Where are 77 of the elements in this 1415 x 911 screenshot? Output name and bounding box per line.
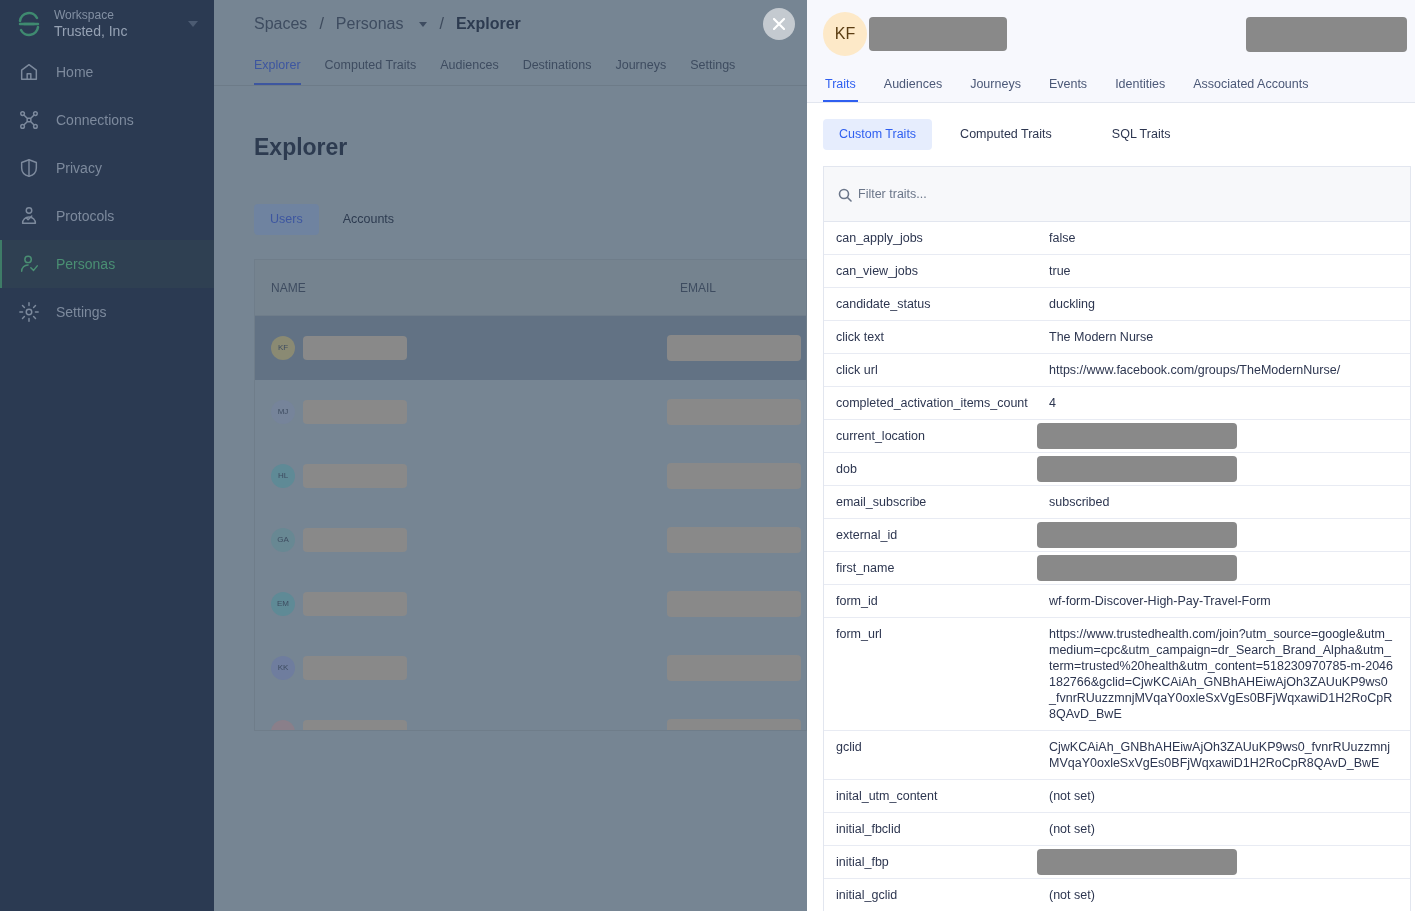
trait-value: wf-form-Discover-High-Pay-Travel-Form [1049, 592, 1272, 610]
trait-name: click url [835, 361, 879, 379]
sidebar-item[interactable]: Personas [0, 240, 214, 288]
trait-name: form_url [835, 625, 883, 643]
close-button[interactable] [763, 8, 795, 40]
breadcrumb-link[interactable]: Explorer [455, 12, 521, 36]
shield-icon [18, 157, 40, 179]
breadcrumb-separator: / [319, 14, 324, 34]
trait-value: The Modern Nurse [1049, 328, 1155, 346]
trait-name: initial_fbp [835, 853, 890, 871]
trait-tab[interactable]: SQL Traits [1095, 118, 1187, 150]
trait-name: inital_utm_content [835, 787, 939, 805]
trait-name: form_id [835, 592, 879, 610]
sidebar-item[interactable]: Connections [0, 96, 214, 144]
page-tab[interactable]: Settings [690, 56, 736, 85]
profile-tab[interactable]: Associated Accounts [1191, 75, 1311, 102]
trait-name: can_view_jobs [835, 262, 919, 280]
trait-tab[interactable]: Computed Traits [944, 118, 1068, 150]
trait-value: (not set) [1049, 820, 1096, 838]
trait-name: first_name [835, 559, 896, 577]
user-row[interactable]: KF [255, 316, 806, 380]
segment-tab[interactable]: Accounts [326, 204, 411, 235]
breadcrumb-link[interactable]: Spaces [254, 12, 308, 36]
trait-value: (not set) [1049, 787, 1096, 805]
sidebar-item[interactable]: Privacy [0, 144, 214, 192]
profile-tab[interactable]: Identities [1113, 75, 1168, 102]
trait-name: current_location [835, 427, 926, 445]
page-tab[interactable]: Journeys [615, 56, 667, 85]
trait-name: email_subscribe [835, 493, 928, 511]
trait-value: 4 [1049, 394, 1057, 412]
sidebar-item[interactable]: Home [0, 48, 214, 96]
trait-name: initial_fbclid [835, 820, 902, 838]
profile-tab[interactable]: Journeys [968, 75, 1023, 102]
house-icon [18, 61, 40, 83]
person-icon [18, 253, 40, 275]
trait-value: https://www.facebook.com/groups/TheModernNurse/ [1049, 361, 1342, 379]
page-title: Explorer [254, 132, 349, 162]
page-tab[interactable]: Explorer [254, 56, 301, 85]
trait-name: click text [835, 328, 885, 346]
breadcrumb-link[interactable]: Personas [335, 12, 428, 36]
trait-value: true [1049, 262, 1072, 280]
trait-name: dob [835, 460, 858, 478]
trait-name: gclid [835, 738, 863, 756]
profile-tab[interactable]: Events [1046, 75, 1090, 102]
filter-field[interactable]: Filter traits... [824, 166, 1410, 222]
settings-icon [18, 301, 40, 323]
trait-value: subscribed [1049, 493, 1111, 511]
search-icon [838, 187, 852, 202]
caret-icon [419, 21, 428, 27]
breadcrumb-separator: / [439, 14, 444, 34]
trait-name: external_id [835, 526, 899, 544]
trait-name: completed_activation_items_count [835, 394, 1029, 412]
avatar: KF [271, 336, 295, 360]
workspace-label: Workspace [54, 7, 115, 23]
caret-icon [188, 21, 198, 27]
page-tab[interactable]: Computed Traits [324, 56, 417, 85]
sidebar-item[interactable]: Protocols [0, 192, 214, 240]
page-tab[interactable]: Destinations [522, 56, 592, 85]
workspace-name: Trusted, Inc [54, 22, 129, 41]
profile-tab[interactable]: Traits [823, 75, 858, 102]
close-icon [773, 18, 785, 30]
avatar: EM [271, 592, 295, 616]
trait-name: candidate_status [835, 295, 932, 313]
trait-value: https://www.trustedhealth.com/join?utm_source=google&utm_medium=cpc&utm_campaign=dr_Search_Brand_Alpha&utm_term=trusted%20health&utm_content=518230970785-m-2046182766&gclid=CjwKCAiAh_GNBhAHEiwAjOh3ZAUuKP9ws0_fvnrRUuzzmnjMVqaY0oxleSxVgEs0BFjWqxawiD1H2RoCpR8QAvD_BwE [1049, 625, 1394, 723]
network-icon [18, 109, 40, 131]
logo-icon [16, 11, 42, 37]
sidebar-item[interactable]: Settings [0, 288, 214, 336]
trait-value: (not set) [1049, 886, 1096, 904]
trait-tab[interactable]: Custom Traits [823, 118, 933, 150]
trait-value: CjwKCAiAh_GNBhAHEiwAjOh3ZAUuKP9ws0_fvnrRUuzzmnjMVqaY0oxleSxVgEs0BFjWqxawiD1H2RoCpR8QAvD_BwE [1049, 738, 1392, 772]
trait-value: duckling [1049, 295, 1096, 313]
trait-value: false [1049, 229, 1077, 247]
trait-name: initial_gclid [835, 886, 899, 904]
trait-name: can_apply_jobs [835, 229, 924, 247]
profile-tab[interactable]: Audiences [881, 75, 945, 102]
avatar: KF [823, 12, 867, 56]
page-tab[interactable]: Audiences [440, 56, 499, 85]
